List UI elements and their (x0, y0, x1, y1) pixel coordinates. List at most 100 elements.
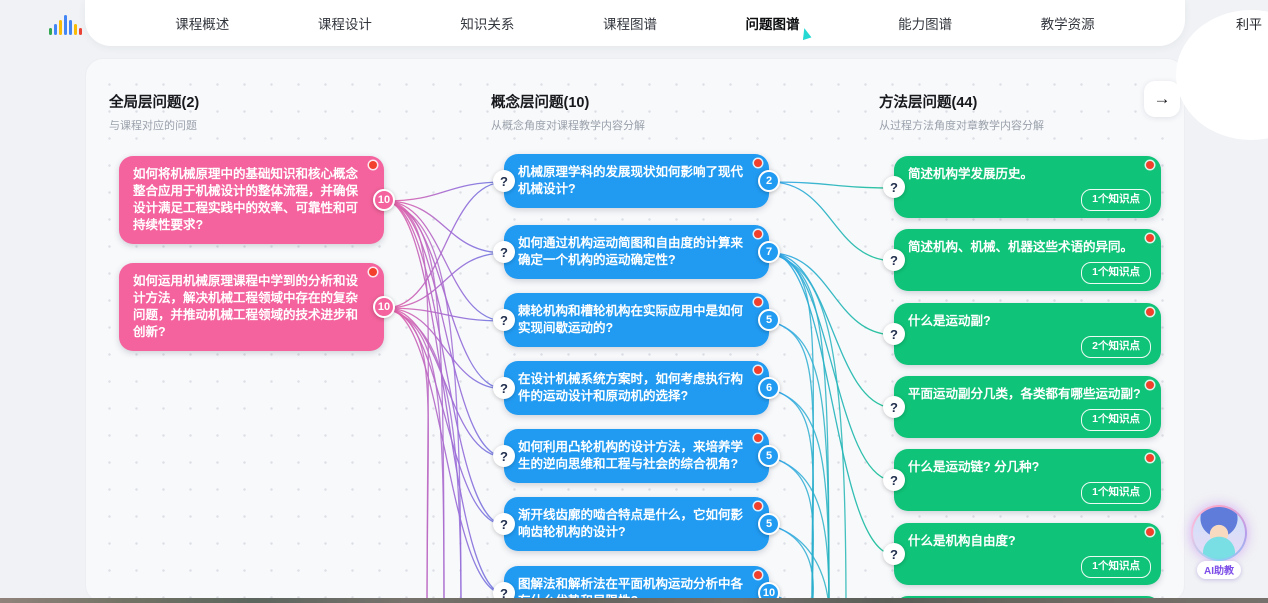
children-count-badge[interactable]: 6 (758, 377, 780, 399)
logo-bar (79, 28, 82, 35)
question-icon: ? (493, 445, 515, 467)
notification-dot (1146, 234, 1154, 242)
children-count-badge[interactable]: 5 (758, 445, 780, 467)
question-icon: ? (883, 396, 905, 418)
tab-problem-map[interactable]: 问题图谱 (746, 13, 810, 33)
children-count-badge[interactable]: 7 (758, 241, 780, 263)
notification-dot (369, 268, 377, 276)
problem-card-global-2[interactable]: 如何运用机械原理课程中学到的分析和设计方法，解决机械工程领域中存在的复杂问题，并… (119, 263, 384, 351)
ai-assistant-avatar[interactable] (1191, 505, 1247, 561)
bottom-edge-strip (0, 598, 1268, 603)
column-title: 方法层问题(44) (879, 91, 1044, 112)
problem-card-method-4[interactable]: 平面运动副分几类，各类都有哪些运动副??1个知识点 (894, 376, 1161, 438)
notification-dot (1146, 528, 1154, 536)
knowledge-point-pill[interactable]: 1个知识点 (1081, 189, 1151, 211)
tab-label: 课程概述 (175, 13, 229, 33)
knowledge-point-pill[interactable]: 1个知识点 (1081, 409, 1151, 431)
notification-dot (1146, 161, 1154, 169)
children-count-badge[interactable]: 5 (758, 309, 780, 331)
knowledge-point-pill[interactable]: 2个知识点 (1081, 336, 1151, 358)
notification-dot (754, 159, 762, 167)
card-question-text: 简述机构、机械、机器这些术语的异同。 (908, 239, 1147, 256)
notification-dot (754, 366, 762, 374)
notification-dot (369, 161, 377, 169)
problem-card-method-1[interactable]: 简述机构学发展历史。?1个知识点 (894, 156, 1161, 218)
notification-dot (754, 571, 762, 579)
question-icon: ? (883, 469, 905, 491)
problem-card-concept-6[interactable]: 渐开线齿廓的啮合特点是什么，它如何影响齿轮机构的设计??5 (504, 497, 769, 551)
logo-bar (69, 20, 72, 35)
children-count-badge[interactable]: 5 (758, 513, 780, 535)
knowledge-point-pill[interactable]: 1个知识点 (1081, 262, 1151, 284)
column-subtitle: 与课程对应的问题 (109, 117, 199, 133)
cursor-icon (799, 27, 811, 40)
card-question-text: 如何利用凸轮机构的设计方法，来培养学生的逆向思维和工程与社会的综合视角? (518, 439, 755, 473)
card-question-text: 渐开线齿廓的啮合特点是什么，它如何影响齿轮机构的设计? (518, 507, 755, 541)
problem-card-method-6[interactable]: 什么是机构自由度??1个知识点 (894, 523, 1161, 585)
column-header-global: 全局层问题(2) 与课程对应的问题 (109, 91, 199, 133)
knowledge-point-pill[interactable]: 1个知识点 (1081, 556, 1151, 578)
card-question-text: 机械原理学科的发展现状如何影响了现代机械设计? (518, 164, 755, 198)
notification-dot (1146, 308, 1154, 316)
card-question-text: 什么是运动副? (908, 313, 1147, 330)
card-question-text: 什么是运动链? 分几种? (908, 459, 1147, 476)
notification-dot (754, 298, 762, 306)
question-icon: ? (883, 543, 905, 565)
tab-teaching-resources[interactable]: 教学资源 (1041, 13, 1095, 33)
tab-course-design[interactable]: 课程设计 (318, 13, 372, 33)
column-header-concept: 概念层问题(10) 从概念角度对课程教学内容分解 (491, 91, 645, 133)
waveform-logo-icon[interactable] (44, 11, 86, 35)
card-question-text: 简述机构学发展历史。 (908, 166, 1147, 183)
problem-card-method-3[interactable]: 什么是运动副??2个知识点 (894, 303, 1161, 365)
card-question-text: 在设计机械系统方案时，如何考虑执行构件的运动设计和原动机的选择? (518, 371, 755, 405)
column-title: 全局层问题(2) (109, 91, 199, 112)
logo-bar (74, 24, 77, 35)
tab-label: 课程图谱 (603, 13, 657, 33)
tab-label: 课程设计 (318, 13, 372, 33)
logo-bar (59, 20, 62, 35)
problem-card-concept-2[interactable]: 如何通过机构运动简图和自由度的计算来确定一个机构的运动确定性??7 (504, 225, 769, 279)
column-subtitle: 从概念角度对课程教学内容分解 (491, 117, 645, 133)
question-icon: ? (493, 170, 515, 192)
notification-dot (754, 230, 762, 238)
ai-assistant[interactable]: AI助教 (1188, 505, 1250, 579)
question-icon: ? (493, 309, 515, 331)
nav-tab-bar: 课程概述 课程设计 知识关系 课程图谱 问题图谱 能力图谱 教学资源 (85, 0, 1185, 46)
notification-dot (754, 434, 762, 442)
problem-card-method-2[interactable]: 简述机构、机械、机器这些术语的异同。?1个知识点 (894, 229, 1161, 291)
problem-card-concept-1[interactable]: 机械原理学科的发展现状如何影响了现代机械设计??2 (504, 154, 769, 208)
column-subtitle: 从过程方法角度对章教学内容分解 (879, 117, 1044, 133)
children-count-badge[interactable]: 10 (373, 189, 395, 211)
logo-bar (49, 28, 52, 35)
tab-course-map[interactable]: 课程图谱 (603, 13, 657, 33)
problem-card-method-5[interactable]: 什么是运动链? 分几种??1个知识点 (894, 449, 1161, 511)
problem-card-concept-5[interactable]: 如何利用凸轮机构的设计方法，来培养学生的逆向思维和工程与社会的综合视角??5 (504, 429, 769, 483)
user-name[interactable]: 利平 (1236, 14, 1262, 33)
children-count-badge[interactable]: 10 (373, 296, 395, 318)
column-title: 概念层问题(10) (491, 91, 645, 112)
tab-course-overview[interactable]: 课程概述 (175, 13, 229, 33)
tab-label: 问题图谱 (746, 13, 800, 33)
problem-card-concept-3[interactable]: 棘轮机构和槽轮机构在实际应用中是如何实现间歇运动的??5 (504, 293, 769, 347)
question-icon: ? (493, 377, 515, 399)
problem-map-canvas[interactable]: 全局层问题(2) 与课程对应的问题 概念层问题(10) 从概念角度对课程教学内容… (85, 58, 1185, 603)
expand-arrow-button[interactable]: → (1144, 81, 1180, 117)
card-question-text: 如何运用机械原理课程中学到的分析和设计方法，解决机械工程领域中存在的复杂问题，并… (133, 273, 370, 341)
knowledge-point-pill[interactable]: 1个知识点 (1081, 482, 1151, 504)
card-question-text: 什么是机构自由度? (908, 533, 1147, 550)
children-count-badge[interactable]: 2 (758, 170, 780, 192)
problem-card-global-1[interactable]: 如何将机械原理中的基础知识和核心概念整合应用于机械设计的整体流程，并确保设计满足… (119, 156, 384, 244)
column-header-method: 方法层问题(44) 从过程方法角度对章教学内容分解 (879, 91, 1044, 133)
question-icon: ? (493, 241, 515, 263)
tab-label: 能力图谱 (898, 13, 952, 33)
top-nav: 课程概述 课程设计 知识关系 课程图谱 问题图谱 能力图谱 教学资源 利平 (0, 0, 1268, 46)
logo-bar (54, 24, 57, 35)
tab-ability-map[interactable]: 能力图谱 (898, 13, 952, 33)
notification-dot (754, 502, 762, 510)
card-question-text: 如何通过机构运动简图和自由度的计算来确定一个机构的运动确定性? (518, 235, 755, 269)
problem-card-concept-4[interactable]: 在设计机械系统方案时，如何考虑执行构件的运动设计和原动机的选择??6 (504, 361, 769, 415)
tab-knowledge-relations[interactable]: 知识关系 (460, 13, 514, 33)
notification-dot (1146, 381, 1154, 389)
notification-dot (1146, 454, 1154, 462)
ai-assistant-avatar-image (1193, 507, 1245, 559)
